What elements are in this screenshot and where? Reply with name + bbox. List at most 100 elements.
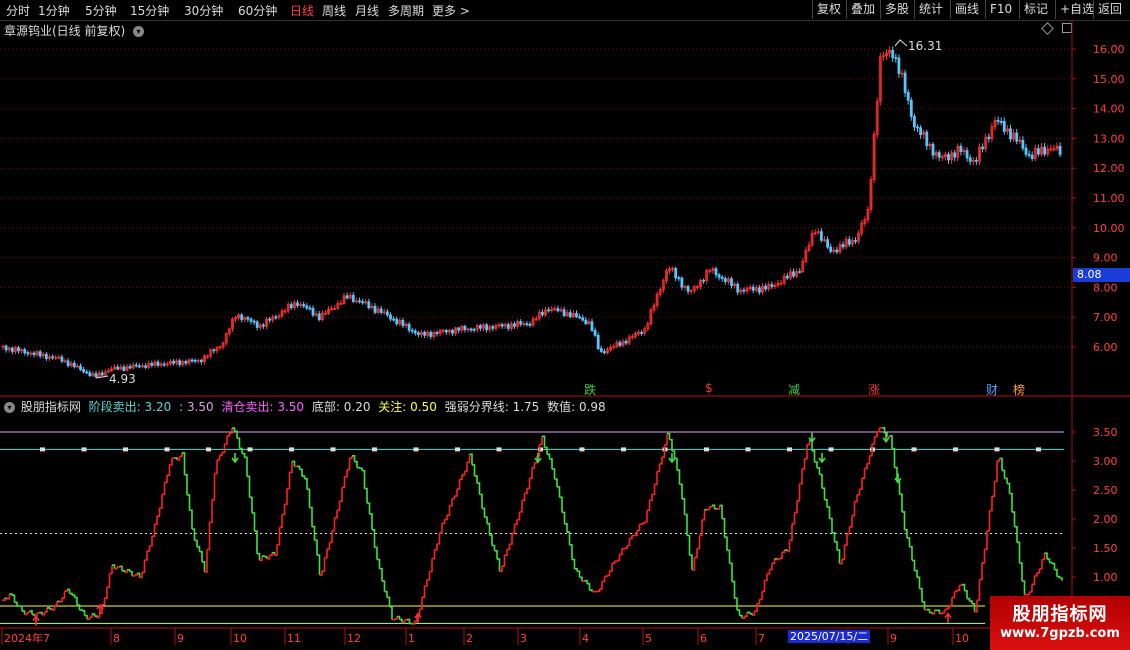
kline-chart[interactable]: 16.314.93 16.0015.0014.0013.0012.0011.00… <box>0 0 1130 650</box>
price-tick-label: 7.00 <box>1093 311 1118 324</box>
oscillator-step <box>487 522 491 536</box>
oscillator-step <box>529 467 533 480</box>
candle-body <box>730 278 733 286</box>
oscillator-step <box>382 580 386 592</box>
oscillator-step <box>362 469 366 489</box>
candle-body <box>686 286 690 292</box>
oscillator-step <box>219 452 223 457</box>
oscillator-step <box>162 482 166 496</box>
oscillator-step <box>559 496 563 513</box>
candle-body <box>785 275 789 279</box>
oscillator-step <box>369 513 373 530</box>
candle-body <box>541 311 544 316</box>
indicator-header: ▾ 股朋指标网 阶段卖出: 3.20 : 3.50 清仓卖出: 3.50 底部:… <box>4 398 610 415</box>
candle-body <box>680 277 684 288</box>
oscillator-step <box>392 618 396 621</box>
oscillator-step <box>372 529 376 548</box>
time-tick-label: 7 <box>758 632 765 645</box>
candle-body <box>897 57 901 74</box>
oscillator-step <box>572 558 576 569</box>
candle-body <box>193 359 197 362</box>
watermark-url: www.7gpzb.com <box>1000 626 1120 641</box>
oscillator-step <box>864 463 868 470</box>
oscillator-step <box>674 457 678 471</box>
oscillator-step <box>707 506 711 511</box>
oscillator-step <box>1054 568 1058 577</box>
oscillator-step <box>729 562 733 582</box>
candle-body <box>407 323 411 331</box>
chevron-down-icon[interactable]: ▾ <box>4 402 15 413</box>
oscillator-step <box>149 536 153 547</box>
oscillator-step <box>697 535 701 550</box>
oscillator-step <box>339 487 343 503</box>
stage-sell-marker <box>247 447 253 452</box>
event-badge-cai[interactable]: 财 <box>986 381 998 398</box>
candle-body <box>392 318 396 321</box>
oscillator-step <box>732 580 736 599</box>
oscillator-step <box>579 576 583 582</box>
candle-body <box>385 311 389 316</box>
candle-body <box>937 152 941 158</box>
candle-body <box>246 317 250 320</box>
oscillator-step <box>774 557 778 560</box>
candle-body <box>88 372 92 376</box>
oscillator-step <box>569 544 573 560</box>
oscillator-step <box>309 506 313 527</box>
stage-sell-marker <box>123 447 128 452</box>
watermark-logo: 股朋指标网 www.7gpzb.com <box>990 596 1130 650</box>
event-badge-zhang[interactable]: 涨 <box>868 381 880 398</box>
high-marker <box>894 39 908 47</box>
oscillator-step <box>602 576 606 583</box>
indicator-item-value: 数值: 0.98 <box>547 400 606 414</box>
time-tick-label: 2024年7 <box>4 631 50 645</box>
event-badge-bang[interactable]: 榜 <box>1013 381 1025 398</box>
candle-body <box>172 360 175 364</box>
oscillator-step <box>1059 577 1063 581</box>
candle-body <box>274 316 278 319</box>
event-badge-dollar[interactable]: $ <box>705 381 713 395</box>
oscillator-step <box>189 509 193 530</box>
oscillator-step <box>1034 572 1038 577</box>
oscillator-step <box>899 493 903 512</box>
oscillator-step <box>684 513 688 536</box>
oscillator-step <box>1007 482 1011 494</box>
oscillator-step <box>877 427 881 433</box>
oscillator-step <box>359 467 363 471</box>
indicator-name[interactable]: 股朋指标网 <box>21 400 81 414</box>
oscillator-step <box>989 496 993 512</box>
oscillator-step <box>54 601 58 607</box>
oscillator-step <box>269 552 273 557</box>
time-tick-label: 1 <box>408 632 415 645</box>
price-tick-label: 10.00 <box>1093 222 1125 235</box>
candle-body <box>162 363 166 366</box>
oscillator-step <box>627 538 631 547</box>
oscillator-step <box>262 555 266 557</box>
oscillator-step <box>824 498 828 508</box>
oscillator-step <box>384 590 388 598</box>
time-tick-label: 9 <box>177 632 184 645</box>
oscillator-step <box>792 512 796 525</box>
oscillator-step <box>689 554 693 570</box>
candle-body <box>463 325 467 330</box>
event-badge-jian[interactable]: 减 <box>788 381 800 398</box>
oscillator-step <box>982 549 986 564</box>
candle-body <box>72 362 76 368</box>
oscillator-step <box>154 516 158 526</box>
candle-body <box>199 359 203 363</box>
oscillator-step <box>702 509 706 521</box>
candle-body <box>1009 128 1012 140</box>
oscillator-step <box>557 486 561 498</box>
oscillator-step <box>944 607 948 611</box>
oscillator-step <box>659 457 663 465</box>
oscillator-step <box>897 481 901 495</box>
oscillator-step <box>302 475 306 479</box>
candle-body <box>829 246 833 252</box>
oscillator-step <box>754 603 758 612</box>
event-badge-die[interactable]: 跌 <box>584 381 596 398</box>
candle-body <box>150 362 154 366</box>
oscillator-step <box>954 590 958 593</box>
candle-body <box>820 231 823 241</box>
candle-body <box>261 324 265 327</box>
indicator-tick-label: 1.50 <box>1093 542 1118 555</box>
oscillator-step <box>917 576 921 589</box>
